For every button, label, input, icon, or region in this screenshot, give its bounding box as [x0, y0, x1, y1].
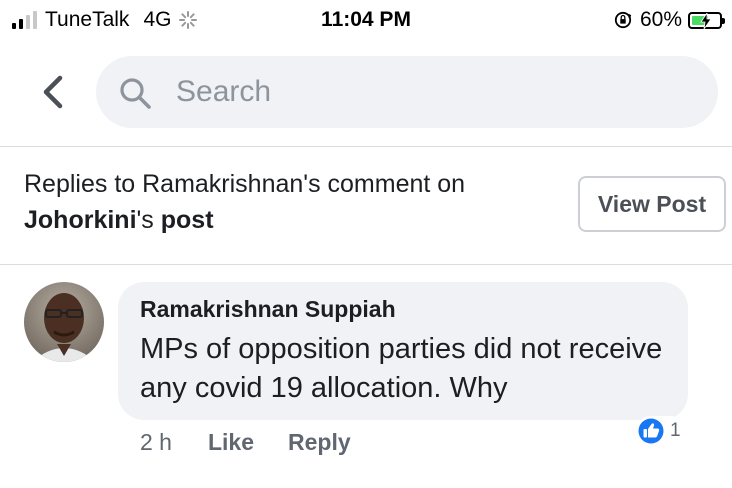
- comment-author[interactable]: Ramakrishnan Suppiah: [140, 296, 396, 323]
- comment-timestamp[interactable]: 2 h: [140, 429, 172, 456]
- search-box[interactable]: [96, 56, 718, 128]
- charging-bolt-icon: [700, 12, 712, 29]
- battery-icon: [688, 11, 725, 29]
- reply-button[interactable]: Reply: [288, 429, 351, 456]
- avatar[interactable]: [24, 282, 104, 362]
- view-post-button[interactable]: View Post: [578, 176, 726, 232]
- header-possessive: 's: [136, 206, 154, 234]
- like-button[interactable]: Like: [208, 429, 254, 456]
- divider: [0, 146, 732, 147]
- reaction-count: 1: [670, 420, 681, 441]
- back-arrow-icon[interactable]: [38, 72, 70, 112]
- search-input[interactable]: [176, 72, 676, 112]
- comment-bubble: Ramakrishnan Suppiah MPs of opposition p…: [118, 282, 688, 420]
- page-name-link[interactable]: Johorkini: [24, 206, 137, 234]
- search-icon: [120, 78, 151, 109]
- post-link[interactable]: post: [161, 206, 214, 234]
- battery-percent: 60%: [639, 8, 682, 31]
- like-icon: [637, 417, 665, 445]
- search-bar-row: [0, 52, 732, 132]
- divider: [0, 264, 732, 265]
- comment-actions: 2 h Like Reply: [140, 424, 385, 460]
- comment-text: MPs of opposition parties did not receiv…: [140, 333, 663, 404]
- rotation-lock-icon: [614, 11, 632, 29]
- header-prefix: Replies to Ramakrishnan's comment on: [24, 170, 466, 198]
- reaction-summary[interactable]: 1: [636, 416, 685, 446]
- status-bar: TuneTalk 4G 11:04 PM 60%: [0, 0, 732, 40]
- replies-header: Replies to Ramakrishnan's comment on Joh…: [24, 166, 564, 238]
